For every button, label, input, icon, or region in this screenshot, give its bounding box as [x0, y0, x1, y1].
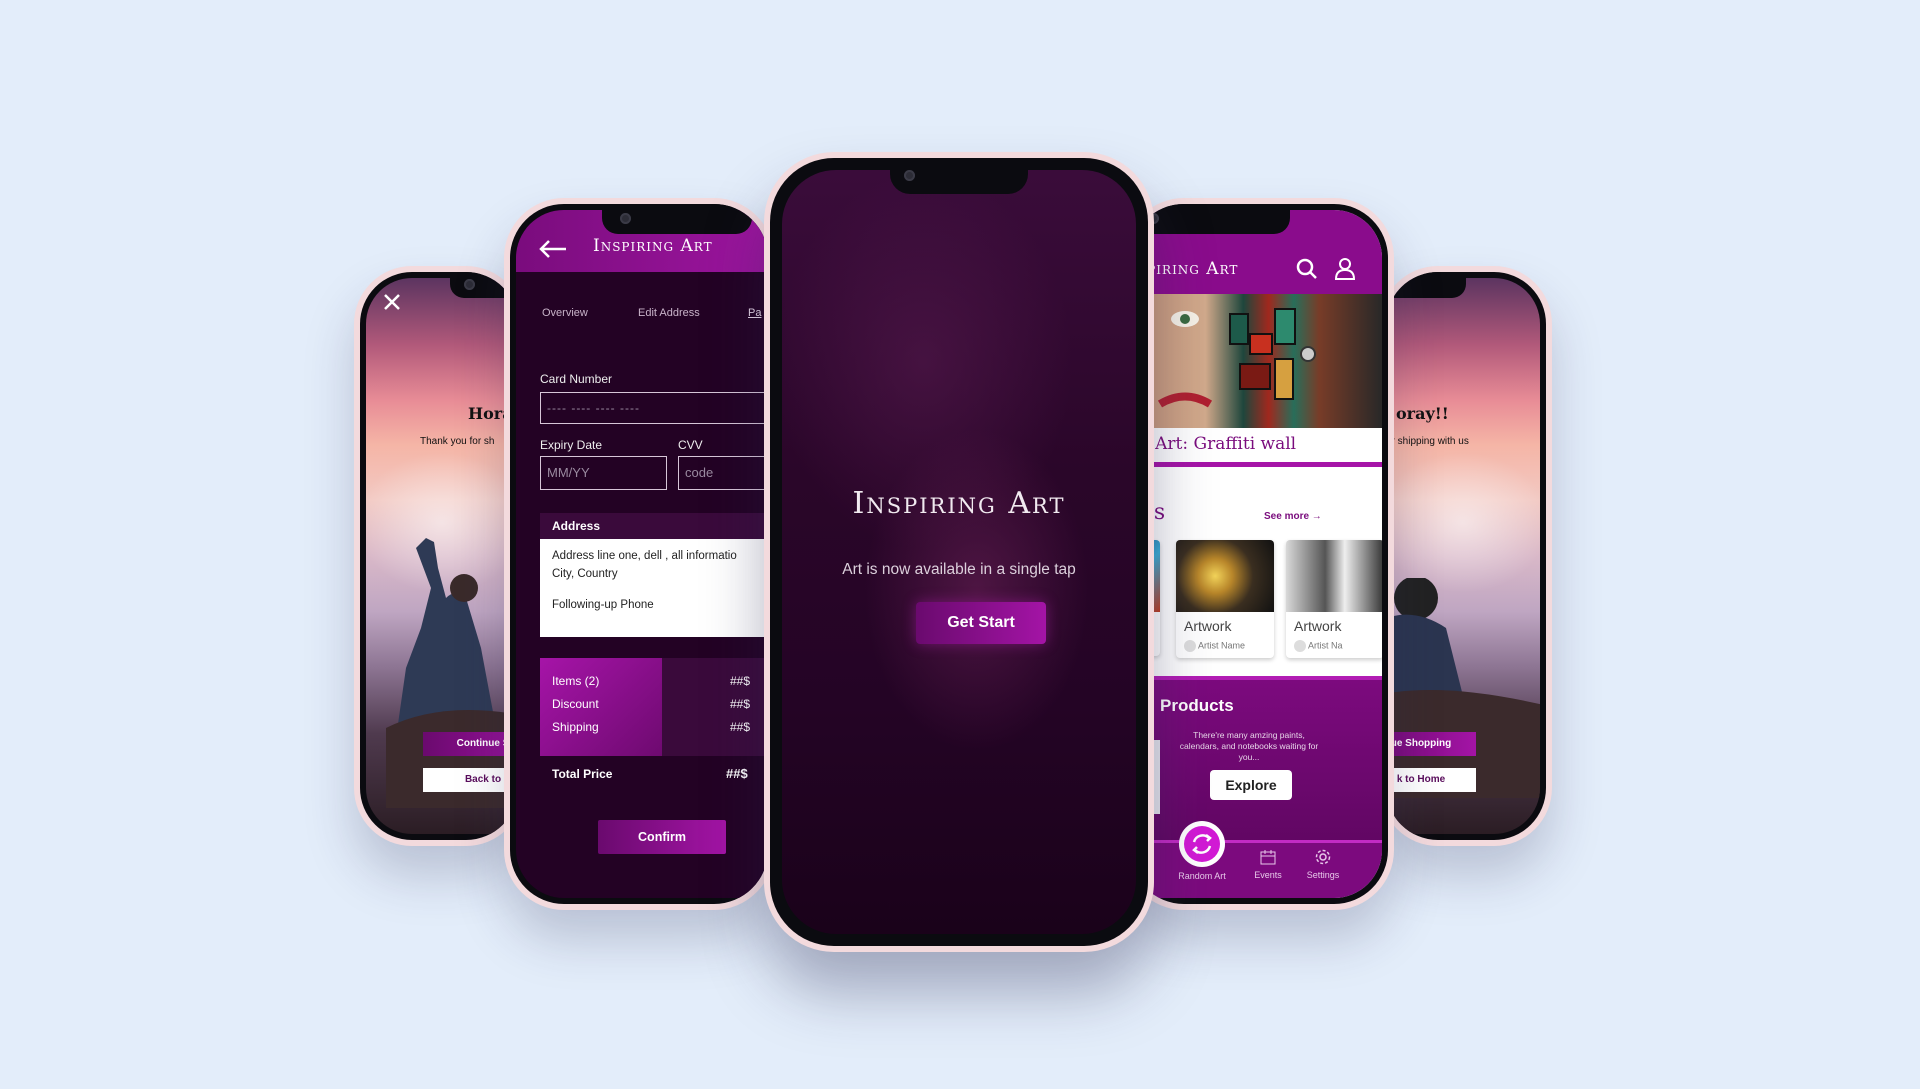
address-title: Address	[552, 519, 601, 533]
phone-splash: Inspiring Art Art is now available in a …	[764, 152, 1154, 952]
nav-item-settings[interactable]: Settings	[1300, 849, 1346, 880]
avatar	[1184, 640, 1196, 652]
artwork-title: Artwork	[1294, 618, 1342, 634]
address-card: Address Address line one, dell , all inf…	[540, 513, 768, 637]
address-phone: Following-up Phone	[552, 599, 654, 611]
splash-tagline: Art is now available in a single tap	[842, 561, 1076, 578]
summary-row: Shipping ##$	[552, 720, 751, 734]
refresh-icon	[1179, 821, 1225, 867]
notch	[890, 158, 1028, 194]
cvv-input[interactable]: code	[678, 456, 768, 490]
person-illustration	[1386, 578, 1540, 798]
explore-button[interactable]: Explore	[1210, 770, 1292, 800]
artwork-thumbnail	[1176, 540, 1274, 612]
notch	[1130, 204, 1290, 234]
phone-success-left: Hora Thank you for sh Continue S Back to	[354, 266, 524, 846]
featured-caption-bar: ay Art: Graffiti wall	[1130, 428, 1382, 467]
mockup-stage: Hora Thank you for sh Continue S Back to…	[0, 0, 1920, 1089]
search-icon[interactable]	[1296, 258, 1318, 285]
home-screen: spiring Art ay Art: Graffiti wall See mo…	[1130, 210, 1382, 898]
back-to-home-button[interactable]: k to Home	[1386, 768, 1476, 792]
summary-row: Items (2) ##$	[552, 674, 751, 688]
checkout-screen: Inspiring Art Overview Edit Address Pa C…	[516, 210, 768, 898]
tab-overview[interactable]: Overview	[542, 307, 588, 319]
avatar	[1294, 640, 1306, 652]
featured-artwork-image[interactable]	[1130, 294, 1382, 428]
cvv-label: CVV	[678, 438, 703, 452]
success-message: Thank you for sh	[420, 436, 495, 447]
featured-caption: ay Art: Graffiti wall	[1130, 434, 1297, 454]
continue-shopping-button[interactable]: ue Shopping	[1386, 732, 1476, 756]
arrow-left-icon[interactable]	[538, 240, 568, 263]
artwork-artist: Artist Name	[1184, 640, 1245, 652]
notch	[602, 204, 752, 234]
phone-home: spiring Art ay Art: Graffiti wall See mo…	[1124, 198, 1394, 910]
nav-label: Events	[1254, 870, 1282, 880]
phone-checkout: Inspiring Art Overview Edit Address Pa C…	[504, 198, 774, 910]
nav-item-events[interactable]: Events	[1248, 849, 1288, 880]
total-price-value: ##$	[726, 766, 748, 781]
header-title: Inspiring Art	[593, 236, 713, 256]
see-more-link[interactable]: See more →	[1264, 511, 1322, 522]
summary-row: Discount ##$	[552, 697, 751, 711]
artwork-card[interactable]: Artwork Artist Name	[1176, 540, 1274, 658]
address-line-2: City, Country	[552, 568, 618, 580]
calendar-icon	[1260, 850, 1276, 865]
success-message: or shipping with us	[1386, 436, 1469, 447]
address-card-header: Address	[540, 513, 768, 539]
splash-screen: Inspiring Art Art is now available in a …	[782, 170, 1136, 934]
success-heading: oray!!	[1396, 404, 1449, 423]
nav-item-random-art[interactable]: Random Art	[1166, 821, 1238, 881]
total-price-label: Total Price	[552, 767, 613, 781]
tab-edit-address[interactable]: Edit Address	[638, 307, 700, 319]
splash-title: Inspiring Art	[852, 486, 1066, 521]
person-illustration	[386, 538, 518, 808]
artwork-card[interactable]: Artwork Artist Na	[1286, 540, 1382, 658]
tab-payment[interactable]: Pa	[748, 307, 761, 319]
get-start-button[interactable]: Get Start	[916, 602, 1046, 644]
card-number-input[interactable]: ---- ---- ---- ----	[540, 392, 768, 424]
bottom-nav: ucts Random Art Events Settings	[1130, 821, 1382, 898]
gear-icon	[1315, 849, 1331, 865]
products-title: Products	[1160, 696, 1234, 715]
card-number-label: Card Number	[540, 372, 613, 386]
nav-label: Random Art	[1178, 871, 1226, 881]
expiry-date-label: Expiry Date	[540, 438, 603, 452]
artwork-title: Artwork	[1184, 618, 1232, 634]
confirm-button[interactable]: Confirm	[598, 820, 726, 854]
close-icon[interactable]	[382, 292, 402, 312]
artwork-artist: Artist Na	[1294, 640, 1343, 652]
artwork-thumbnail	[1286, 540, 1382, 612]
phone-success-right: oray!! or shipping with us ue Shopping k…	[1380, 266, 1552, 846]
user-icon[interactable]	[1334, 257, 1356, 286]
products-description: There're many amzing paints, calendars, …	[1179, 730, 1319, 762]
nav-label: Settings	[1306, 870, 1340, 880]
expiry-date-input[interactable]: MM/YY	[540, 456, 667, 490]
order-summary: Items (2) ##$ Discount ##$ Shipping ##$	[540, 658, 768, 756]
address-line-1: Address line one, dell , all informatio	[552, 550, 737, 562]
notch	[1386, 272, 1466, 298]
